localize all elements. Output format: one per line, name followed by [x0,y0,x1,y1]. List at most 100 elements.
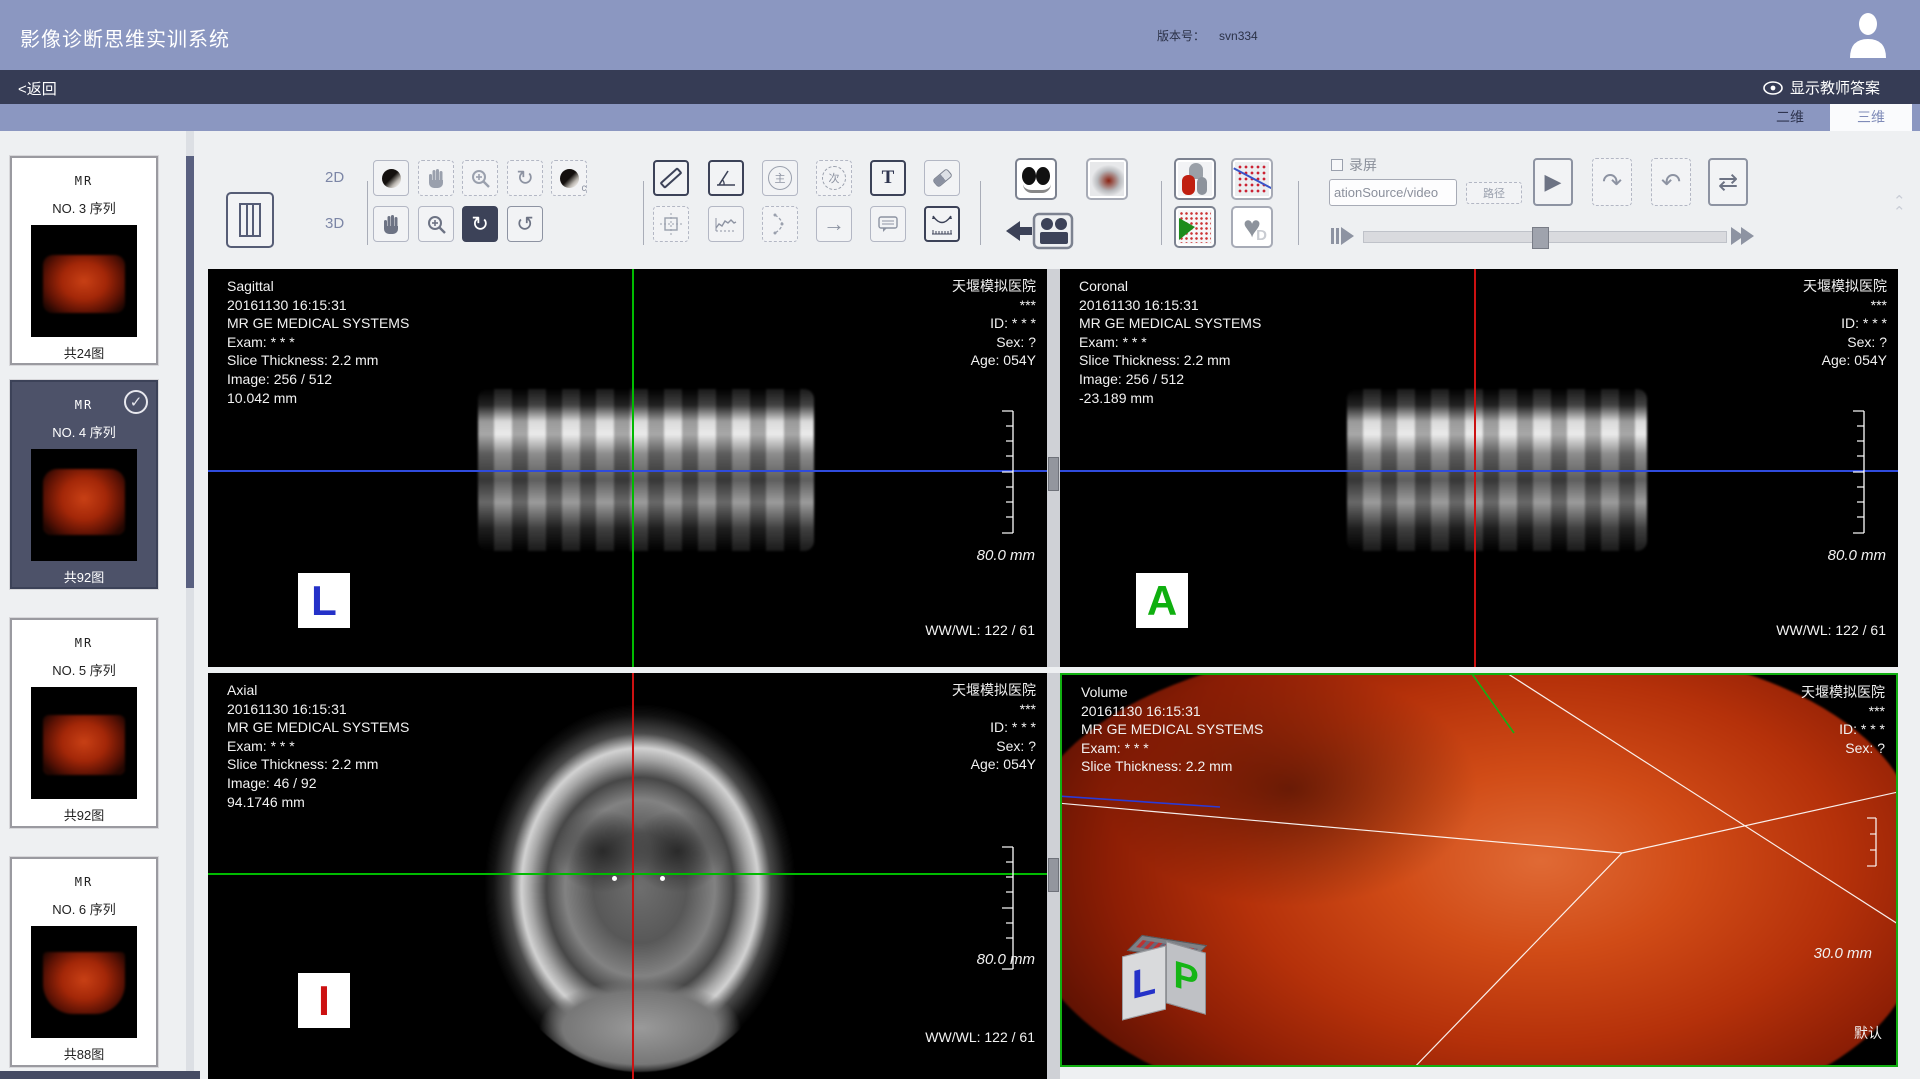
viewport-axial[interactable]: Axial 20161130 16:15:31 MR GE MEDICAL SY… [208,673,1047,1079]
comment-button[interactable] [870,206,906,242]
layout-grid-icon [239,203,261,237]
text-annotation-button[interactable]: T [870,160,906,196]
window-level-readout: WW/WL: 122 / 61 [1776,622,1886,638]
tab-2d[interactable]: 二维 [1751,104,1829,131]
slider-thumb[interactable] [1532,227,1549,249]
study-info-overlay: Coronal 20161130 16:15:31 MR GE MEDICAL … [1079,277,1261,407]
seed-points-icon [1178,210,1212,244]
video-camera-icon [1004,206,1076,252]
eraser-button[interactable] [924,160,960,196]
export-video-button[interactable] [1004,206,1076,252]
knee-preset-button[interactable] [1174,158,1216,200]
series-name: NO. 5 序列 [12,660,156,679]
eye-icon [1763,81,1783,95]
sagittal-crosshair-vertical[interactable] [632,269,634,667]
viewport-coronal[interactable]: Coronal 20161130 16:15:31 MR GE MEDICAL … [1060,269,1898,667]
redo-rotation-button[interactable]: ↷ [1592,158,1632,206]
coronal-crosshair-vertical[interactable] [1474,269,1476,667]
profile-curve-button[interactable] [708,206,744,242]
viewport-sagittal[interactable]: Sagittal 20161130 16:15:31 MR GE MEDICAL… [208,269,1047,667]
redo-arrow-icon: ↷ [1602,168,1622,197]
rotate-reset-icon: ↺ [516,212,534,237]
arc-tool-button[interactable] [762,206,798,242]
step-start-icon[interactable] [1331,227,1354,245]
orientation-label: I [298,973,350,1028]
undo-rotation-button[interactable]: ↶ [1651,158,1691,206]
zoom-in-icon [471,169,490,188]
sidebar-scrollbar-horizontal[interactable] [0,1071,200,1079]
roi-box-icon [660,213,682,235]
coronal-crosshair-horizontal[interactable] [1060,470,1898,472]
patient-info-overlay: 天堰模拟医院 *** ID: * * * Sex: ? Age: 054Y [952,681,1036,774]
series-image-count: 共24图 [12,343,156,362]
rotate-2d-button[interactable]: ↻ [507,160,543,196]
sidebar-scrollbar[interactable] [186,131,194,1075]
zoom-3d-button[interactable] [418,206,454,242]
scale-label: 80.0 mm [1828,547,1886,564]
text-tool-icon: T [882,167,895,189]
user-avatar-icon[interactable] [1846,12,1890,58]
curve-ruler-button[interactable] [924,206,960,242]
rotate-reset-button[interactable]: ↺ [507,206,543,242]
viewport-volume-active[interactable]: Volume 20161130 16:15:31 MR GE MEDICAL S… [1060,673,1898,1067]
angle-tool-button[interactable] [708,160,744,196]
series-thumbnail [31,449,137,561]
tab-3d[interactable]: 三维 [1830,104,1912,131]
patient-info-overlay: 天堰模拟医院 *** ID: * * * Sex: ? [1801,683,1885,757]
secondary-cursor-button[interactable]: 次 [816,160,852,196]
record-screen-checkbox[interactable]: 录屏 [1331,155,1377,175]
browse-path-button[interactable]: 路径 [1466,182,1522,204]
arrow-annotation-button[interactable]: → [816,206,852,242]
sagittal-crosshair-horizontal[interactable] [208,470,1047,472]
foot-preset-icon [1235,162,1269,196]
record-screen-label: 录屏 [1349,155,1377,175]
back-button[interactable]: <返回 [18,78,57,99]
slice-scrollbar-bottom[interactable] [1047,673,1060,1079]
orientation-cube[interactable]: L P [1120,933,1216,1029]
ruler-tool-button[interactable] [653,160,689,196]
marker-dot [660,876,665,881]
primary-cursor-button[interactable]: 主 [762,160,798,196]
foot-measure-preset-button[interactable] [1231,158,1273,200]
pan-3d-button[interactable] [373,206,409,242]
swap-arrows-icon: ⇄ [1718,168,1738,197]
roi-box-button[interactable] [653,206,689,242]
series-card-4-selected[interactable]: ✓ MR NO. 4 序列 共92图 [10,380,158,589]
axial-crosshair-horizontal[interactable] [208,873,1047,875]
rotate-3d-button-active[interactable]: ↻ [462,206,498,242]
knee-preset-icon [1178,162,1212,196]
axial-mr-image [484,704,796,1072]
seed-segmentation-button[interactable] [1174,206,1216,248]
play-icon: ▶ [1545,169,1562,195]
lung-mpr-preset-button[interactable] [1015,158,1057,200]
window-level-button[interactable] [373,160,409,196]
series-image-count: 共92图 [12,805,156,824]
series-card-5[interactable]: MR NO. 5 序列 共92图 [10,618,158,828]
zoom-2d-button[interactable] [462,160,498,196]
ruler-icon [659,167,682,189]
frame-slider[interactable] [1363,231,1727,243]
skull-volume-preset-button[interactable] [1086,158,1128,200]
series-modality: MR [12,636,156,650]
layout-button[interactable] [226,192,274,248]
slice-scrollbar-top[interactable] [1047,269,1060,667]
series-image-count: 共92图 [12,567,156,586]
view-mode-tabs: 二维 三维 [0,104,1920,131]
heart-preset-button[interactable]: ♥ D [1231,206,1273,248]
video-path-input[interactable] [1329,179,1457,206]
show-teacher-answer-button[interactable]: 显示教师答案 [1763,77,1880,98]
step-end-icon[interactable] [1731,227,1754,245]
toolbar-divider [1298,181,1299,245]
play-button[interactable]: ▶ [1533,158,1573,206]
pan-2d-button[interactable] [418,160,454,196]
version-value: svn334 [1219,29,1258,43]
series-card-6[interactable]: MR NO. 6 序列 共88图 [10,857,158,1067]
cube-left-face: L [1122,946,1166,1021]
window-level-reset-button[interactable]: c [551,160,587,196]
collapse-toolbar-chevron[interactable]: ⌃⌃ [1893,196,1906,218]
arrow-icon: → [823,211,845,237]
show-teacher-answer-label: 显示教师答案 [1790,77,1880,98]
series-card-3[interactable]: MR NO. 3 序列 共24图 [10,156,158,365]
axial-crosshair-vertical[interactable] [632,673,634,1079]
swap-direction-button[interactable]: ⇄ [1708,158,1748,206]
